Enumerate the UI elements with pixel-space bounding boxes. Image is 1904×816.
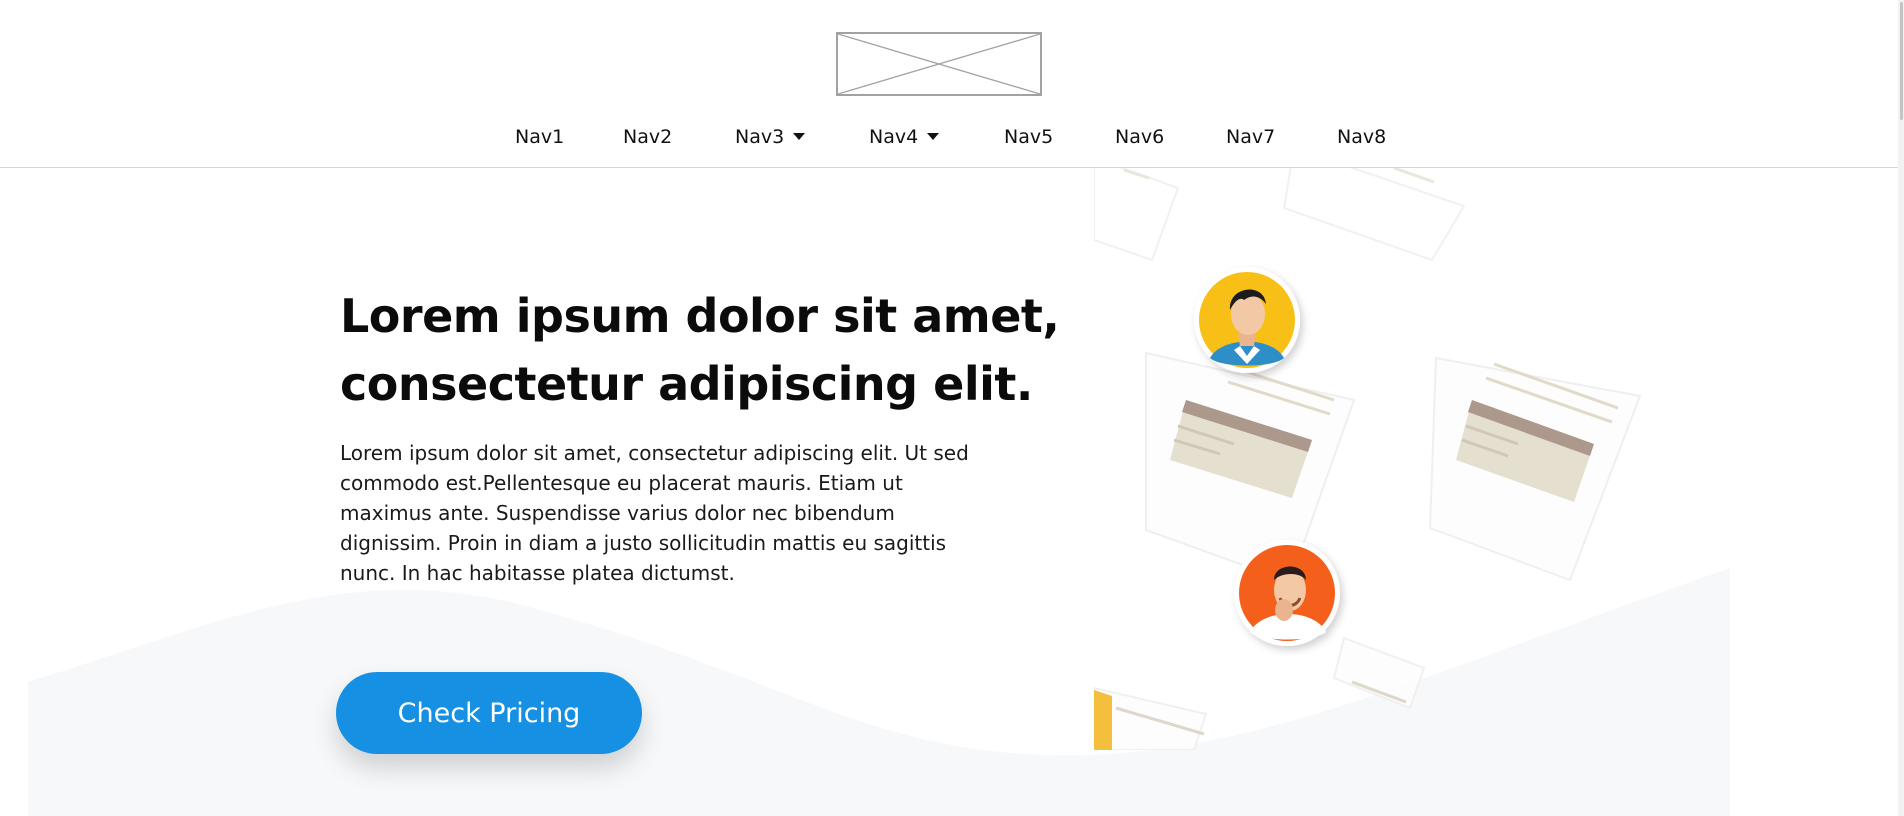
nav-item-label: Nav4 [869,126,919,148]
scrollbar-thumb[interactable] [1900,2,1903,120]
nav-item-label: Nav2 [623,126,673,148]
nav-item-4[interactable]: Nav4 [869,126,940,148]
caret-down-icon [793,133,806,140]
nav-item-3[interactable]: Nav3 [735,126,806,148]
caret-down-icon [927,133,940,140]
hero-section: Lorem ipsum dolor sit amet, consectetur … [340,282,1070,588]
nav-item-1[interactable]: Nav1 [515,126,564,148]
page-scrollbar[interactable] [1898,0,1904,816]
hero-illustration [1094,168,1654,750]
hero-title-line2: consectetur adipiscing elit. [340,357,1033,411]
hero-title: Lorem ipsum dolor sit amet, consectetur … [340,282,1070,418]
nav-item-7[interactable]: Nav7 [1226,126,1275,148]
nav-item-label: Nav7 [1226,126,1276,148]
check-pricing-button[interactable]: Check Pricing [336,672,642,754]
placeholder-image-icon [838,34,1040,94]
nav-item-label: Nav5 [1004,126,1054,148]
logo-placeholder[interactable] [836,32,1042,96]
nav-item-label: Nav1 [515,126,565,148]
user-avatar-icon [1234,540,1340,646]
main-nav: Nav1 Nav2 Nav3 Nav4 Nav5 Nav6 Nav7 Nav8 [0,126,1898,156]
nav-item-6[interactable]: Nav6 [1115,126,1164,148]
nav-item-2[interactable]: Nav2 [623,126,672,148]
nav-item-label: Nav6 [1115,126,1165,148]
site-header: Nav1 Nav2 Nav3 Nav4 Nav5 Nav6 Nav7 Nav8 [0,0,1898,168]
hero-title-line1: Lorem ipsum dolor sit amet, [340,289,1060,343]
nav-item-5[interactable]: Nav5 [1004,126,1053,148]
nav-item-8[interactable]: Nav8 [1337,126,1386,148]
nav-item-label: Nav3 [735,126,785,148]
hero-description: Lorem ipsum dolor sit amet, consectetur … [340,441,969,585]
documents-illustration [1094,168,1642,750]
nav-item-label: Nav8 [1337,126,1387,148]
user-avatar-icon [1194,267,1300,373]
